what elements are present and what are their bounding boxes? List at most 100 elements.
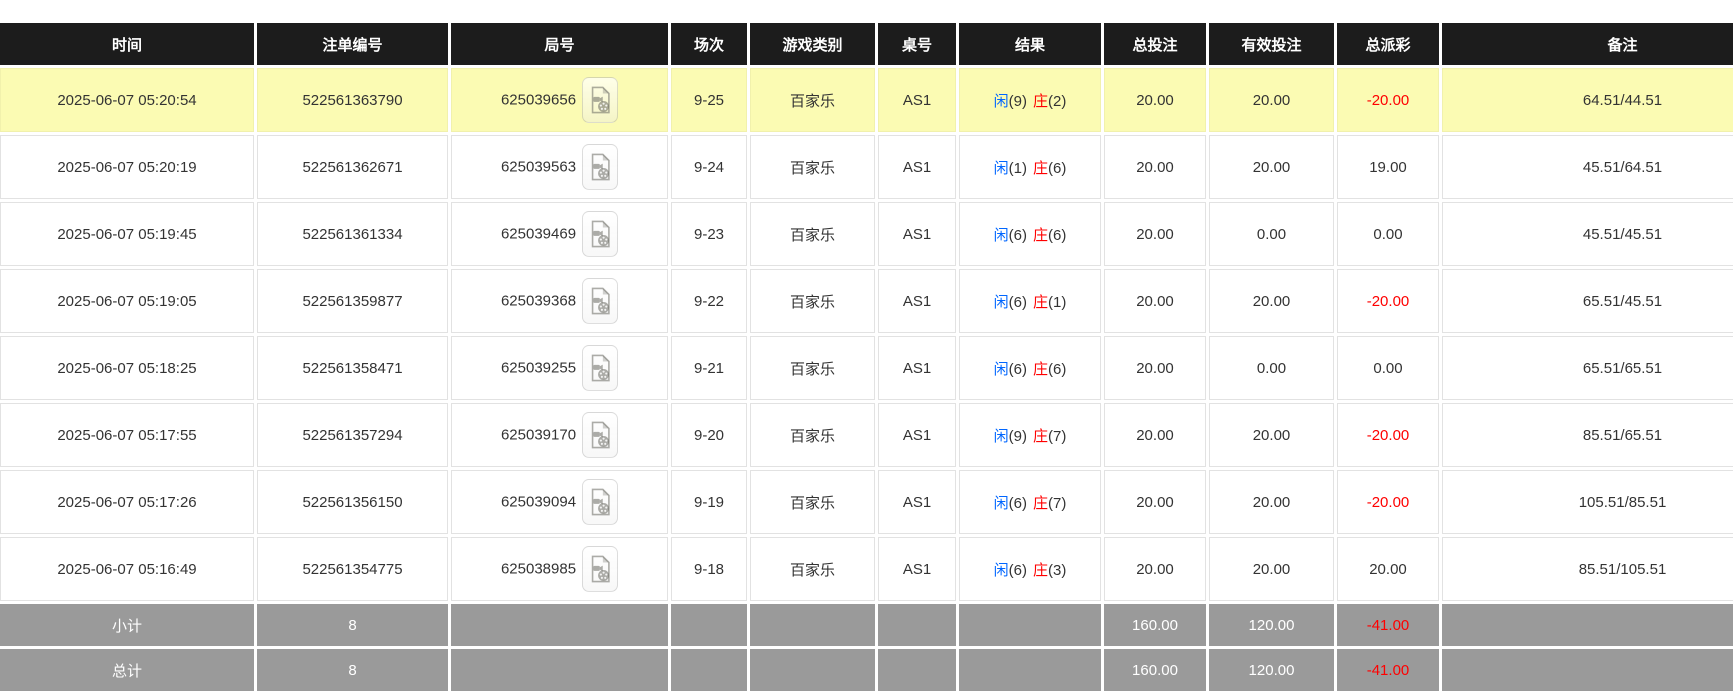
- table-row: 2025-06-07 05:20:54 522561363790 6250396…: [0, 68, 1733, 132]
- result-player-score: (6): [1008, 561, 1027, 579]
- round-id-text: 625039563: [500, 158, 577, 176]
- cell-remark: 105.51/85.51: [1442, 470, 1733, 534]
- round-id-text: 625039170: [500, 426, 577, 444]
- cell-round-id: 625039469: [451, 202, 668, 266]
- cell-round-id: 625039255: [451, 336, 668, 400]
- video-replay-button[interactable]: [582, 278, 619, 324]
- cell-remark: 65.51/45.51: [1442, 269, 1733, 333]
- subtotal-empty-result: [959, 604, 1101, 646]
- cell-game-type: 百家乐: [750, 470, 875, 534]
- video-replay-button[interactable]: [582, 77, 619, 123]
- cell-total-bet: 20.00: [1104, 135, 1206, 199]
- col-header-round-id: 局号: [451, 23, 668, 65]
- cell-remark: 45.51/64.51: [1442, 135, 1733, 199]
- subtotal-empty-game-type: [750, 604, 875, 646]
- result-banker-label: 庄: [1033, 92, 1049, 110]
- cell-valid-bet: 20.00: [1209, 135, 1334, 199]
- cell-valid-bet: 0.00: [1209, 336, 1334, 400]
- table-row: 2025-06-07 05:19:45 522561361334 6250394…: [0, 202, 1733, 266]
- cell-total-bet: 20.00: [1104, 336, 1206, 400]
- subtotal-total-bet: 160.00: [1104, 604, 1206, 646]
- result-player-score: (1): [1008, 159, 1027, 177]
- video-file-icon: [591, 421, 610, 449]
- result-player-label: 闲: [993, 561, 1009, 579]
- video-replay-button[interactable]: [582, 412, 619, 458]
- cell-game-type: 百家乐: [750, 537, 875, 601]
- result-banker-score: (7): [1048, 494, 1067, 512]
- video-file-icon: [591, 555, 610, 583]
- total-empty-round: [451, 649, 668, 691]
- cell-round-id: 625039094: [451, 470, 668, 534]
- video-replay-button[interactable]: [582, 345, 619, 391]
- result-banker-label: 庄: [1033, 561, 1049, 579]
- cell-valid-bet: 20.00: [1209, 537, 1334, 601]
- result-banker-label: 庄: [1033, 360, 1049, 378]
- round-id-text: 625039094: [500, 493, 577, 511]
- video-file-icon: [591, 220, 610, 248]
- subtotal-remark: [1442, 604, 1733, 646]
- col-header-total-bet: 总投注: [1104, 23, 1206, 65]
- result-player-label: 闲: [993, 159, 1009, 177]
- col-header-table-no: 桌号: [878, 23, 956, 65]
- table-body: 2025-06-07 05:20:54 522561363790 6250396…: [0, 68, 1733, 601]
- bet-records-table: 时间 注单编号 局号 场次 游戏类别 桌号 结果 总投注 有效投注 总派彩 备注…: [0, 20, 1733, 692]
- total-empty-result: [959, 649, 1101, 691]
- table-header: 时间 注单编号 局号 场次 游戏类别 桌号 结果 总投注 有效投注 总派彩 备注: [0, 23, 1733, 65]
- round-id-text: 625039469: [500, 225, 577, 243]
- cell-remark: 85.51/105.51: [1442, 537, 1733, 601]
- cell-payout: -20.00: [1337, 403, 1439, 467]
- result-player-score: (6): [1008, 360, 1027, 378]
- round-id-text: 625038985: [500, 560, 577, 578]
- result-banker-label: 庄: [1033, 427, 1049, 445]
- cell-payout: -20.00: [1337, 470, 1439, 534]
- video-file-icon: [591, 488, 610, 516]
- cell-result: 闲(9) 庄(2): [959, 68, 1101, 132]
- cell-payout: 19.00: [1337, 135, 1439, 199]
- table-row: 2025-06-07 05:20:19 522561362671 6250395…: [0, 135, 1733, 199]
- cell-valid-bet: 20.00: [1209, 269, 1334, 333]
- cell-game-type: 百家乐: [750, 135, 875, 199]
- result-banker-score: (6): [1048, 226, 1067, 244]
- total-label: 总计: [0, 649, 254, 691]
- total-count: 8: [257, 649, 448, 691]
- col-header-time: 时间: [0, 23, 254, 65]
- cell-time: 2025-06-07 05:19:45: [0, 202, 254, 266]
- cell-game-type: 百家乐: [750, 336, 875, 400]
- cell-total-bet: 20.00: [1104, 269, 1206, 333]
- cell-session: 9-20: [671, 403, 747, 467]
- total-payout: -41.00: [1337, 649, 1439, 691]
- cell-time: 2025-06-07 05:18:25: [0, 336, 254, 400]
- cell-round-id: 625039170: [451, 403, 668, 467]
- table-row: 2025-06-07 05:18:25 522561358471 6250392…: [0, 336, 1733, 400]
- col-header-bet-id: 注单编号: [257, 23, 448, 65]
- cell-remark: 65.51/65.51: [1442, 336, 1733, 400]
- video-replay-button[interactable]: [582, 546, 619, 592]
- video-replay-button[interactable]: [582, 479, 619, 525]
- result-player-label: 闲: [993, 226, 1009, 244]
- total-empty-game-type: [750, 649, 875, 691]
- cell-total-bet: 20.00: [1104, 68, 1206, 132]
- cell-game-type: 百家乐: [750, 269, 875, 333]
- cell-table-no: AS1: [878, 269, 956, 333]
- result-banker-label: 庄: [1033, 494, 1049, 512]
- round-id-text: 625039656: [500, 91, 577, 109]
- result-player-score: (6): [1008, 226, 1027, 244]
- result-banker-score: (7): [1048, 427, 1067, 445]
- cell-payout: 0.00: [1337, 336, 1439, 400]
- subtotal-label: 小计: [0, 604, 254, 646]
- cell-valid-bet: 20.00: [1209, 68, 1334, 132]
- cell-payout: -20.00: [1337, 269, 1439, 333]
- cell-session: 9-23: [671, 202, 747, 266]
- cell-remark: 45.51/45.51: [1442, 202, 1733, 266]
- video-replay-button[interactable]: [582, 144, 619, 190]
- cell-total-bet: 20.00: [1104, 537, 1206, 601]
- result-player-label: 闲: [993, 427, 1009, 445]
- table-row: 2025-06-07 05:17:26 522561356150 6250390…: [0, 470, 1733, 534]
- video-replay-button[interactable]: [582, 211, 619, 257]
- col-header-session: 场次: [671, 23, 747, 65]
- video-file-icon: [591, 153, 610, 181]
- header-row: 时间 注单编号 局号 场次 游戏类别 桌号 结果 总投注 有效投注 总派彩 备注: [0, 23, 1733, 65]
- col-header-payout: 总派彩: [1337, 23, 1439, 65]
- cell-bet-id: 522561354775: [257, 537, 448, 601]
- cell-total-bet: 20.00: [1104, 403, 1206, 467]
